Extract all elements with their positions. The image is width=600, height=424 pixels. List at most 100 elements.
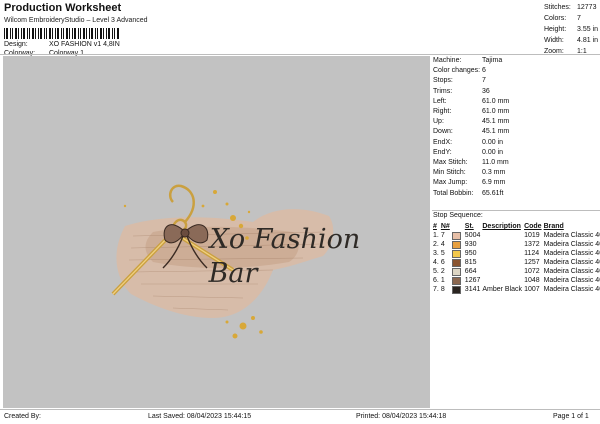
machine-info-value: 6 xyxy=(482,67,486,75)
machine-info-label: EndY: xyxy=(433,148,452,156)
stop-n: 7 xyxy=(440,232,445,239)
stop-n: 5 xyxy=(440,250,445,257)
design-text-line2: Bar xyxy=(208,258,260,289)
barcode-bar xyxy=(38,28,39,39)
stop-column-header: Code xyxy=(524,223,542,230)
color-swatch-cell xyxy=(451,276,465,285)
design-preview: Xo Fashion Bar xyxy=(3,56,430,408)
barcode-bar xyxy=(4,28,5,39)
machine-info-row: Max Stitch: 11.0 mm xyxy=(433,158,599,168)
stop-row: 7. 8 3141 Amber Black 1007 Madeira Classic 40 xyxy=(433,285,600,294)
stop-column-header xyxy=(452,222,465,231)
stop-row: 1. 7 5004 1019 Madeira Classic 40 xyxy=(433,231,600,240)
stop-n: 8 xyxy=(440,286,445,293)
width-label: Width: xyxy=(544,37,564,44)
machine-info-row: EndX: 0.00 in xyxy=(433,138,599,148)
machine-info-row: Machine: Tajima xyxy=(433,56,599,66)
stop-num: 6. xyxy=(433,277,439,284)
stop-column-header: St. xyxy=(464,223,474,230)
footer-created-by: Created By: xyxy=(4,413,41,420)
barcode-bar xyxy=(55,28,56,39)
machine-info-row: EndY: 0.00 in xyxy=(433,148,599,158)
barcode-bar xyxy=(112,28,113,39)
embroidery-design: Xo Fashion Bar xyxy=(111,184,360,339)
barcode-bar xyxy=(61,28,62,39)
stop-st: 1267 xyxy=(464,277,481,284)
machine-info-value: 36 xyxy=(482,87,490,95)
stop-brand: Madeira Classic 40 xyxy=(543,286,600,293)
machine-info-row: Total Bobbin: 65.61ft xyxy=(433,189,599,199)
stop-num: 3. xyxy=(433,250,439,257)
stop-num: 2. xyxy=(433,241,439,248)
barcode-bar xyxy=(74,28,76,39)
stop-desc xyxy=(482,240,524,249)
color-swatch xyxy=(451,240,461,249)
footer-printed: Printed: 08/04/2023 15:44:18 xyxy=(356,413,447,420)
header-divider xyxy=(0,54,600,55)
color-swatch-cell xyxy=(451,240,465,249)
barcode-bar xyxy=(6,28,8,39)
stitches-label: Stitches: xyxy=(544,4,571,11)
machine-info-label: Min Stitch: xyxy=(433,169,466,177)
stop-code: 1007 xyxy=(524,286,540,293)
design-label: Design: xyxy=(4,41,28,48)
barcode-bar xyxy=(10,28,11,39)
barcode-bar xyxy=(95,28,96,39)
barcode-bar xyxy=(69,28,70,39)
stop-sequence-table: # N# St. Description Code Brand 1. 7 5004 1019 Ma… xyxy=(433,222,600,294)
machine-info-value: 61.0 mm xyxy=(482,108,510,116)
machine-info-label: Max Jump: xyxy=(433,179,468,187)
stop-st: 664 xyxy=(464,268,477,275)
stop-st: 5004 xyxy=(464,232,481,239)
barcode-bar xyxy=(49,28,51,39)
machine-info-label: Right: xyxy=(433,108,452,116)
stop-desc xyxy=(482,231,524,240)
machine-info-value: Tajima xyxy=(482,57,503,64)
machine-info-value: 6.9 mm xyxy=(482,179,506,187)
stop-row: 6. 1 1267 1048 Madeira Classic 40 xyxy=(433,276,600,285)
barcode-bar xyxy=(32,28,34,39)
stop-code: 1072 xyxy=(524,268,540,275)
machine-info-value: 0.00 in xyxy=(482,148,504,156)
color-swatch-cell xyxy=(451,249,465,258)
barcode-bar xyxy=(89,28,90,39)
barcode-bar xyxy=(91,28,93,39)
barcode-bar xyxy=(66,28,68,39)
stop-brand: Madeira Classic 40 xyxy=(543,268,600,275)
machine-info-row: Trims: 36 xyxy=(433,87,599,97)
barcode-bar xyxy=(12,28,13,39)
stop-column-header: N# xyxy=(440,223,450,230)
stop-n: 6 xyxy=(440,259,445,266)
machine-info-row: Color changes: 6 xyxy=(433,66,599,76)
stop-column-header: # xyxy=(433,223,437,230)
stop-brand: Madeira Classic 40 xyxy=(543,232,600,239)
color-swatch-cell xyxy=(451,231,465,240)
stop-sequence-header: # N# St. Description Code Brand xyxy=(433,222,600,231)
stop-desc xyxy=(482,258,524,267)
barcode-bar xyxy=(72,28,73,39)
stop-row: 5. 2 664 1072 Madeira Classic 40 xyxy=(433,267,600,276)
width-value: 4.81 in xyxy=(577,37,599,44)
barcode-bar xyxy=(46,28,47,39)
machine-info-value: 65.61ft xyxy=(482,189,504,197)
barcode-bar xyxy=(15,28,17,39)
colors-label: Colors: xyxy=(544,15,567,22)
stop-n: 2 xyxy=(440,268,445,275)
color-swatch xyxy=(451,285,461,294)
machine-info-row: Down: 45.1 mm xyxy=(433,127,599,137)
barcode-bar xyxy=(44,28,45,39)
barcode xyxy=(4,28,122,39)
machine-info-label: Machine: xyxy=(433,57,462,64)
stop-brand: Madeira Classic 40 xyxy=(543,259,600,266)
machine-info-row: Left: 61.0 mm xyxy=(433,97,599,107)
height-value: 3.55 in xyxy=(577,26,599,33)
design-row: Design: XO FASHION v1 4,8IN xyxy=(4,41,120,48)
barcode-bar xyxy=(103,28,104,39)
barcode-bar xyxy=(63,28,64,39)
color-swatch-cell xyxy=(451,285,465,294)
stop-num: 1. xyxy=(433,232,439,239)
stop-row: 4. 6 815 1257 Madeira Classic 40 xyxy=(433,258,600,267)
stop-num: 7. xyxy=(433,286,439,293)
stop-brand: Madeira Classic 40 xyxy=(543,277,600,284)
stop-sequence-title: Stop Sequence: xyxy=(433,212,483,219)
